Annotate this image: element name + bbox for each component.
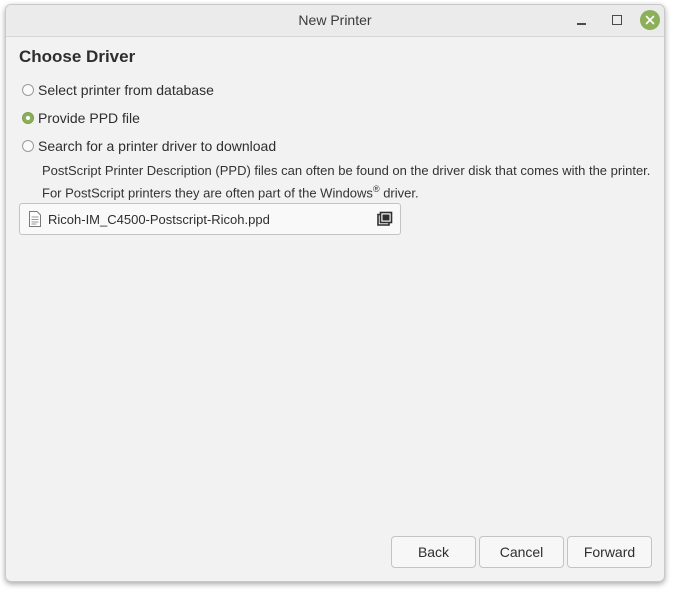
window-title: New Printer	[298, 12, 372, 28]
document-icon	[29, 211, 41, 227]
forward-button[interactable]: Forward	[567, 536, 652, 568]
maximize-button[interactable]	[607, 10, 627, 30]
radio-provide-ppd-file[interactable]: Provide PPD file	[22, 109, 140, 127]
cancel-button[interactable]: Cancel	[479, 536, 564, 568]
registered-mark: ®	[372, 184, 380, 194]
title-bar[interactable]: New Printer	[6, 5, 664, 37]
minimize-button[interactable]	[571, 10, 591, 30]
page-title: Choose Driver	[19, 47, 136, 66]
radio-select-from-database[interactable]: Select printer from database	[22, 81, 214, 99]
back-button[interactable]: Back	[391, 536, 476, 568]
maximize-icon	[612, 15, 622, 25]
new-printer-dialog: New Printer Choose Driver Select printer…	[5, 4, 665, 582]
ppd-file-chooser-button[interactable]: Ricoh-IM_C4500-Postscript-Ricoh.ppd	[19, 203, 401, 235]
radio-search-driver-download[interactable]: Search for a printer driver to download	[22, 137, 276, 155]
description-text: PostScript Printer Description (PPD) fil…	[42, 163, 651, 201]
close-icon	[640, 10, 660, 30]
radio-indicator-checked[interactable]	[22, 112, 34, 124]
minimize-icon	[576, 23, 586, 25]
close-button[interactable]	[640, 10, 660, 30]
radio-label: Search for a printer driver to download	[38, 138, 277, 154]
radio-indicator[interactable]	[22, 84, 34, 96]
radio-indicator[interactable]	[22, 140, 34, 152]
description-text-end: driver.	[379, 185, 419, 201]
radio-label: Provide PPD file	[38, 110, 140, 126]
ppd-description: PostScript Printer Description (PPD) fil…	[42, 162, 652, 202]
radio-label: Select printer from database	[38, 82, 214, 98]
open-file-icon[interactable]	[376, 211, 394, 227]
selected-file-name: Ricoh-IM_C4500-Postscript-Ricoh.ppd	[48, 211, 270, 227]
